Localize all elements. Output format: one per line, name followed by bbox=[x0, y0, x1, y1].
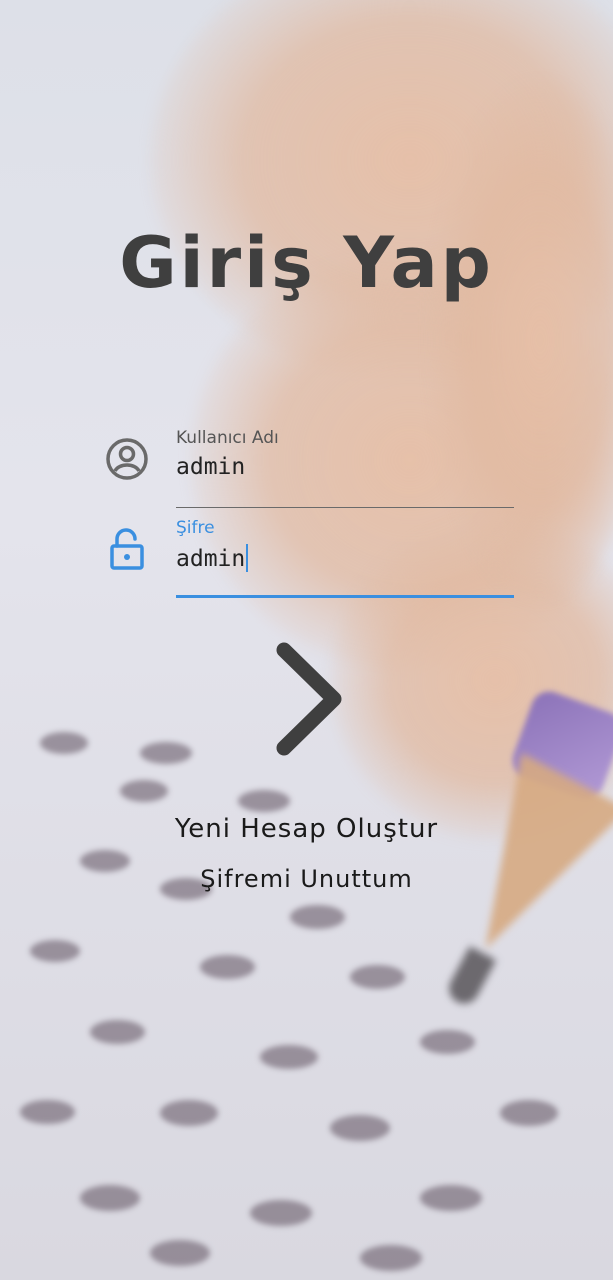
password-underline bbox=[176, 595, 514, 598]
text-cursor bbox=[246, 544, 249, 572]
username-label: Kullanıcı Adı bbox=[176, 428, 279, 448]
password-input[interactable]: admin bbox=[176, 544, 249, 572]
username-input[interactable]: admin bbox=[176, 454, 245, 480]
page-title: Giriş Yap bbox=[119, 222, 494, 304]
password-field[interactable]: Şifre admin bbox=[104, 518, 514, 598]
chevron-right-icon bbox=[276, 642, 342, 756]
lock-open-icon bbox=[104, 526, 150, 572]
create-account-link[interactable]: Yeni Hesap Oluştur bbox=[0, 814, 613, 844]
login-submit-button[interactable] bbox=[262, 636, 352, 762]
forgot-password-link[interactable]: Şifremi Unuttum bbox=[0, 865, 613, 893]
username-underline bbox=[176, 507, 514, 508]
account-circle-icon bbox=[104, 436, 150, 482]
password-label: Şifre bbox=[176, 518, 215, 538]
username-field[interactable]: Kullanıcı Adı admin bbox=[104, 428, 514, 508]
